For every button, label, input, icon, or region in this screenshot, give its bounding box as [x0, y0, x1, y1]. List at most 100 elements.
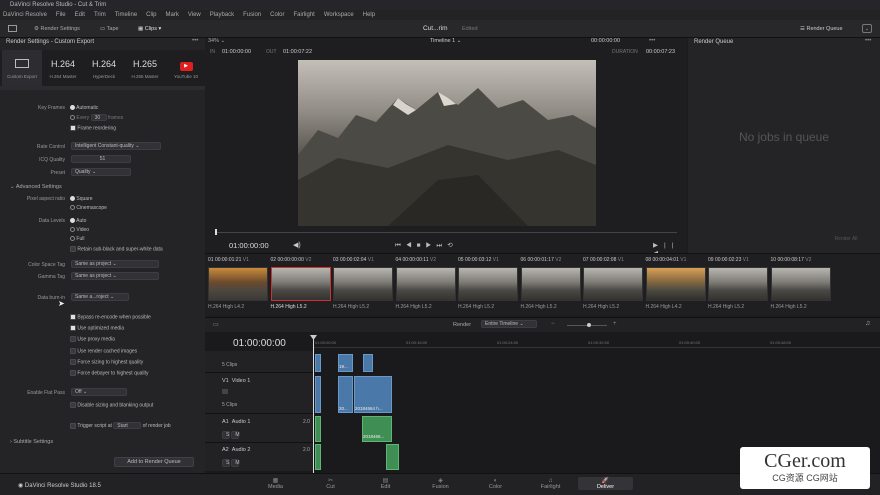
zoom-in-icon[interactable]: + — [613, 321, 617, 327]
zoom-slider-handle[interactable] — [587, 323, 591, 327]
subtitle-settings-toggle[interactable]: › Subtitle Settings — [10, 439, 53, 445]
v1-clip[interactable]: 20184664 h... — [354, 376, 392, 413]
add-to-render-queue-button[interactable]: Add to Render Queue — [114, 457, 194, 467]
frame-reordering-checkbox[interactable] — [70, 125, 76, 131]
clips-button[interactable]: ▦ Clips ▾ — [138, 26, 161, 32]
page-tab-media[interactable]: ▦ Media — [248, 477, 303, 490]
burn-in-dropdown[interactable]: Same a...roject ⌄ — [71, 293, 129, 301]
clip-thumbnail[interactable] — [333, 267, 393, 301]
volume-icon[interactable]: ◀) — [293, 241, 301, 249]
icq-input[interactable]: 51 — [71, 155, 131, 163]
debayer-checkbox[interactable] — [70, 370, 76, 376]
tape-button[interactable]: ▭ Tape — [100, 26, 119, 32]
v2-clip[interactable] — [315, 354, 321, 372]
trigger-checkbox[interactable] — [70, 422, 76, 429]
page-tab-fusion[interactable]: ◈ Fusion — [413, 477, 468, 490]
preset-tile[interactable]: Custom Export — [2, 50, 42, 86]
menu-item[interactable]: Workspace — [324, 12, 354, 18]
proxy-checkbox[interactable] — [70, 336, 76, 342]
clip-thumbnail[interactable] — [395, 267, 456, 301]
go-to-end-icon[interactable]: ⏭ — [436, 242, 447, 249]
preset-tile[interactable]: H.264 HyperDeck — [84, 50, 124, 86]
scrubber-track[interactable] — [215, 232, 677, 233]
clip-thumbnail[interactable] — [458, 267, 518, 301]
optimized-option[interactable]: Use optimized media — [70, 325, 124, 331]
a1-clip[interactable]: 2018466... — [362, 416, 392, 442]
play-reverse-icon[interactable]: ◀ — [406, 242, 417, 249]
timeline-selector[interactable]: Timeline 1 ⌄ — [430, 38, 461, 44]
menu-item[interactable]: Trim — [94, 12, 106, 18]
collapse-icon[interactable]: ⌄ — [862, 24, 872, 33]
preset-tile[interactable]: H.265 H.265 Master — [125, 50, 165, 86]
timeline-view-icon[interactable]: ▭ — [213, 321, 219, 328]
page-tab-cut[interactable]: ✂ Cut — [303, 477, 358, 490]
a1-solo-button[interactable]: S — [222, 431, 230, 439]
gamma-dropdown[interactable]: Same as project ⌄ — [71, 272, 159, 280]
menu-item[interactable]: File — [56, 12, 66, 18]
prev-clip-icon[interactable]: ▶| — [653, 242, 672, 249]
render-queue-button[interactable]: ☰ Render Queue — [800, 26, 843, 32]
video-radio[interactable] — [70, 227, 75, 233]
scrubber-playhead[interactable] — [215, 229, 217, 235]
menu-item[interactable]: DaVinci Resolve — [3, 12, 47, 18]
automatic-radio[interactable] — [70, 105, 75, 111]
loop-icon[interactable]: ⟲ — [447, 242, 457, 249]
v1-clip[interactable]: 20... — [338, 376, 353, 413]
play-icon[interactable]: ▶ — [426, 242, 437, 249]
page-tab-deliver[interactable]: 🚀 Deliver — [578, 477, 633, 490]
bypass-option[interactable]: Bypass re-encode when possible — [70, 314, 151, 320]
color-space-dropdown[interactable]: Same as project ⌄ — [71, 260, 159, 268]
retain-checkbox[interactable] — [70, 246, 76, 252]
a2-clip[interactable] — [386, 444, 399, 470]
clip-thumbnail[interactable] — [770, 267, 831, 301]
clip-thumbnail[interactable] — [208, 267, 268, 301]
bypass-checkbox[interactable] — [70, 314, 76, 320]
a2-clip[interactable] — [315, 444, 321, 470]
sizing-checkbox[interactable] — [70, 359, 76, 365]
zoom-out-icon[interactable]: − — [551, 321, 555, 327]
advanced-settings-toggle[interactable]: ⌄ Advanced Settings — [10, 184, 62, 190]
cinemascope-radio[interactable] — [70, 205, 75, 211]
flat-pass-dropdown[interactable]: Off ⌄ — [71, 388, 127, 396]
auto-radio[interactable] — [70, 218, 75, 224]
menu-item[interactable]: Help — [363, 12, 375, 18]
menu-item[interactable]: Fairlight — [293, 12, 314, 18]
audio-meter-icon[interactable]: ♫ — [865, 320, 870, 327]
disable-sizing-option[interactable]: Disable sizing and blanking output — [70, 402, 153, 408]
render-range-dropdown[interactable]: Entire Timeline ⌄ — [481, 320, 537, 328]
a1-mute-button[interactable]: M — [231, 431, 240, 439]
optimized-checkbox[interactable] — [70, 325, 76, 331]
proxy-option[interactable]: Use proxy media — [70, 336, 115, 342]
more-options-icon[interactable]: ••• — [192, 38, 198, 44]
clip-thumbnail[interactable] — [645, 267, 706, 301]
page-tab-fairlight[interactable]: ♫ Fairlight — [523, 478, 578, 490]
menu-item[interactable]: View — [188, 12, 201, 18]
render-all-button[interactable]: Render All — [826, 236, 866, 242]
cinemascope-option[interactable]: Cinemascope — [70, 205, 107, 211]
menu-item[interactable]: Edit — [75, 12, 85, 18]
clip-thumbnail[interactable] — [270, 267, 331, 301]
rate-control-dropdown[interactable]: Intelligent Constant-quality ⌄ — [71, 142, 161, 150]
menu-item[interactable]: Color — [270, 12, 284, 18]
menu-item[interactable]: Playback — [210, 12, 234, 18]
v1-lock-icon[interactable] — [222, 389, 228, 394]
key-frames-every[interactable]: Every 30 frames — [70, 114, 123, 121]
menu-item[interactable]: Clip — [146, 12, 156, 18]
a1-clip[interactable] — [315, 416, 321, 442]
page-tab-color[interactable]: ◐ Color — [468, 478, 523, 490]
cached-checkbox[interactable] — [70, 348, 76, 354]
v2-clip[interactable]: 19... — [338, 354, 353, 372]
page-tab-edit[interactable]: ▤ Edit — [358, 477, 413, 490]
auto-option[interactable]: Auto — [70, 218, 86, 224]
a2-solo-button[interactable]: S — [222, 459, 230, 467]
menu-item[interactable]: Mark — [166, 12, 179, 18]
debayer-option[interactable]: Force debayer to highest quality — [70, 370, 149, 376]
clip-thumbnail[interactable] — [583, 267, 643, 301]
frame-reordering[interactable]: Frame reordering — [70, 125, 116, 131]
square-radio[interactable] — [70, 196, 75, 202]
clip-thumbnail[interactable] — [520, 267, 581, 301]
every-frames-input[interactable]: 30 — [90, 114, 107, 121]
a2-mute-button[interactable]: M — [231, 459, 240, 467]
trigger-option[interactable]: Trigger script at Start of render job — [70, 422, 171, 429]
go-to-start-icon[interactable]: ⏮ — [395, 242, 406, 249]
